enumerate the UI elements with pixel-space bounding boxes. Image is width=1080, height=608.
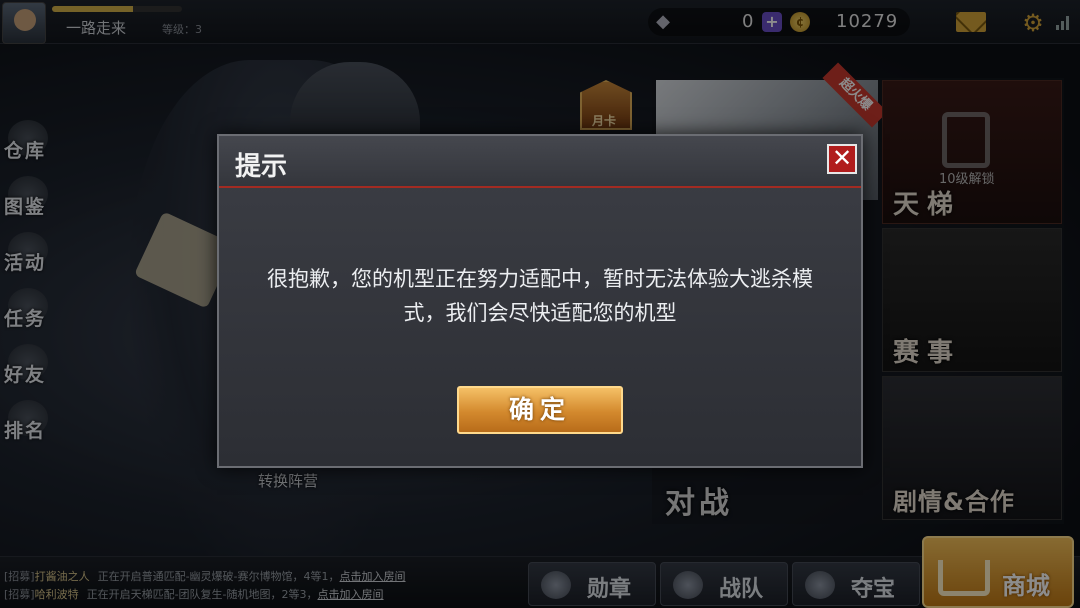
dialog-header: 提示 ✕ <box>219 136 861 188</box>
close-button[interactable]: ✕ <box>827 144 857 174</box>
notice-dialog: 提示 ✕ 很抱歉，您的机型正在努力适配中，暂时无法体验大逃杀模式，我们会尽快适配… <box>217 134 863 468</box>
close-icon: ✕ <box>831 144 853 172</box>
dialog-message: 很抱歉，您的机型正在努力适配中，暂时无法体验大逃杀模式，我们会尽快适配您的机型 <box>267 267 813 325</box>
dialog-title: 提示 <box>235 152 288 182</box>
confirm-button[interactable]: 确定 <box>457 386 623 434</box>
